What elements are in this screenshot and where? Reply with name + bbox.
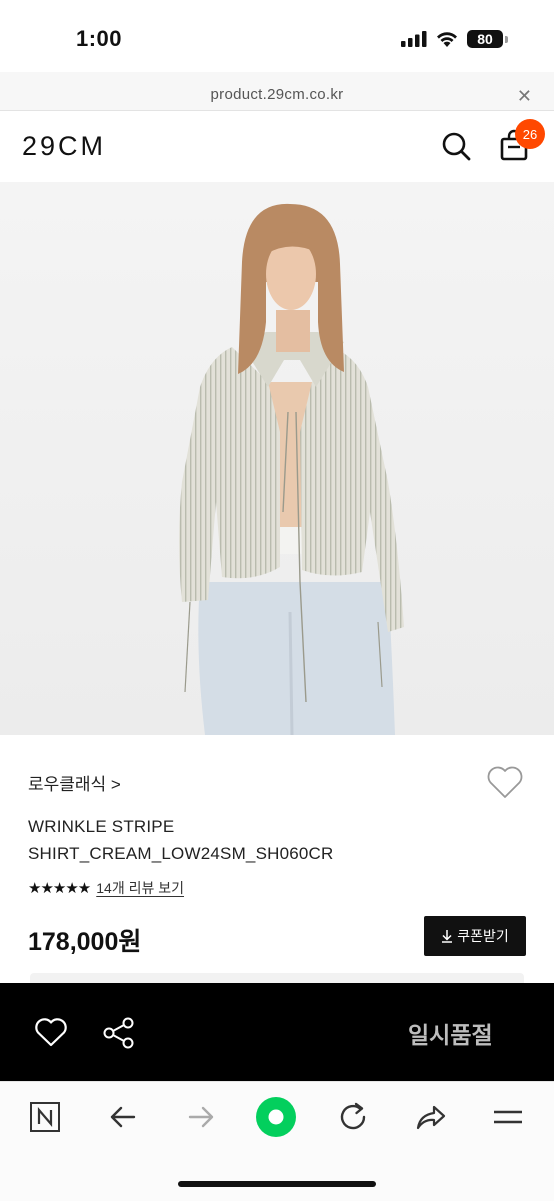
- product-name-line2: SHIRT_CREAM_LOW24SM_SH060CR: [28, 844, 334, 863]
- refresh-icon[interactable]: [336, 1100, 370, 1134]
- model-illustration: [0, 182, 554, 735]
- status-indicators: 80: [401, 30, 508, 48]
- coupon-label: 쿠폰받기: [457, 928, 509, 944]
- battery-level: 80: [467, 30, 503, 48]
- rating-row: ★★★★★ 14개 리뷰 보기: [28, 878, 184, 898]
- coupon-button[interactable]: 쿠폰받기: [424, 916, 526, 956]
- close-icon[interactable]: ✕: [517, 86, 532, 107]
- url-text[interactable]: product.29cm.co.kr: [0, 86, 554, 103]
- product-name: WRINKLE STRIPE SHIRT_CREAM_LOW24SM_SH060…: [28, 813, 448, 867]
- wifi-icon: [437, 32, 457, 47]
- cart-count-badge: 26: [515, 119, 545, 149]
- section-divider: [30, 973, 524, 983]
- heart-icon[interactable]: [486, 764, 524, 800]
- n-icon[interactable]: [28, 1100, 62, 1134]
- download-icon: [442, 930, 453, 943]
- url-bar[interactable]: product.29cm.co.kr ✕: [0, 72, 554, 111]
- rating-stars: ★★★★★: [28, 880, 91, 897]
- status-time: 1:00: [76, 26, 123, 51]
- signal-icon: [401, 31, 427, 47]
- product-name-line1: WRINKLE STRIPE: [28, 817, 175, 836]
- product-price: 178,000원: [28, 928, 142, 956]
- search-icon[interactable]: [440, 130, 472, 162]
- site-logo[interactable]: 29CM: [22, 131, 106, 162]
- brand-link[interactable]: 로우클래식 >: [28, 770, 121, 795]
- wishlist-heart-icon[interactable]: [34, 1016, 68, 1048]
- review-link[interactable]: 14개 리뷰 보기: [96, 878, 184, 898]
- share-arrow-icon[interactable]: [414, 1100, 448, 1134]
- back-arrow-icon[interactable]: [106, 1100, 140, 1134]
- battery-nub: [505, 35, 508, 43]
- share-icon[interactable]: [102, 1016, 136, 1050]
- product-image[interactable]: [0, 182, 554, 735]
- home-indicator: [178, 1181, 376, 1187]
- forward-arrow-icon[interactable]: [184, 1100, 218, 1134]
- soldout-label: 일시품절: [408, 1022, 493, 1048]
- menu-icon[interactable]: [491, 1100, 525, 1134]
- naver-green-icon[interactable]: [255, 1096, 297, 1138]
